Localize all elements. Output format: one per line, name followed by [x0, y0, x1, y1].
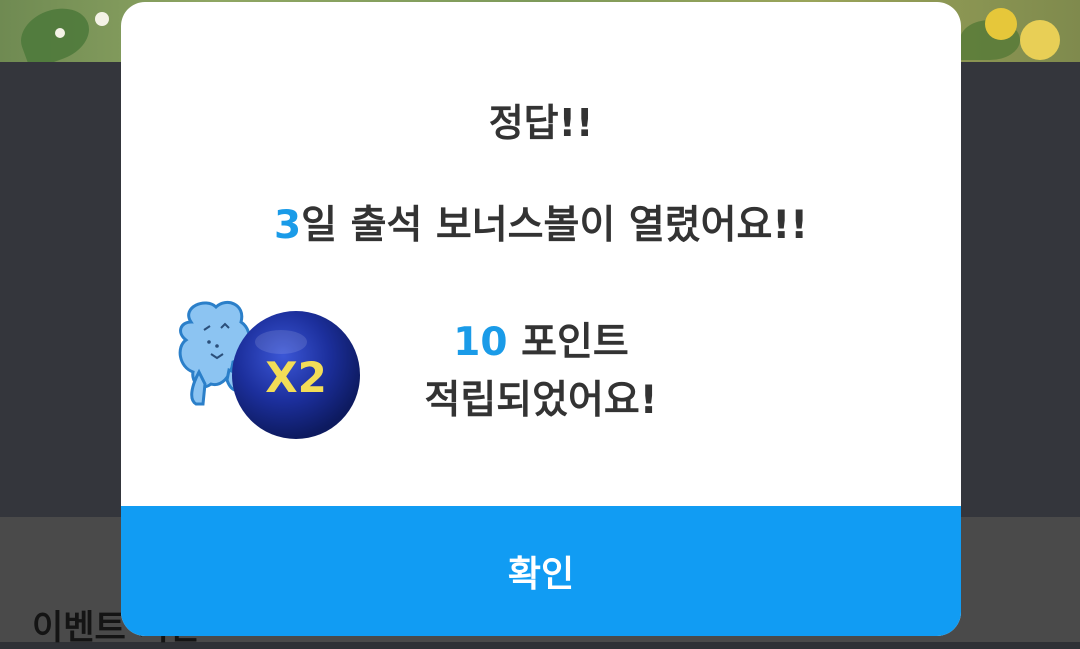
points-value: 10 [453, 320, 508, 365]
points-unit: 포인트 [507, 320, 629, 365]
points-accrued-text: 적립되었어요! [424, 378, 658, 423]
attendance-days-count: 3 [273, 203, 302, 248]
bonus-ball-character-icon: X2 [178, 301, 360, 439]
answer-result-dialog: 정답!! 3일 출석 보너스볼이 열렸어요!! X2 10 포인트 적립되었어요… [121, 2, 961, 636]
dialog-title: 정답!! [488, 101, 594, 145]
attendance-bonus-message: 3일 출석 보너스볼이 열렸어요!! [121, 194, 961, 250]
confirm-button[interactable]: 확인 [121, 506, 961, 636]
points-line: 10 포인트 [371, 314, 711, 372]
multiplier-badge: X2 [265, 353, 327, 402]
points-earned-message: 10 포인트 적립되었어요! [371, 314, 711, 430]
attendance-message-text: 일 출석 보너스볼이 열렸어요!! [301, 203, 808, 248]
